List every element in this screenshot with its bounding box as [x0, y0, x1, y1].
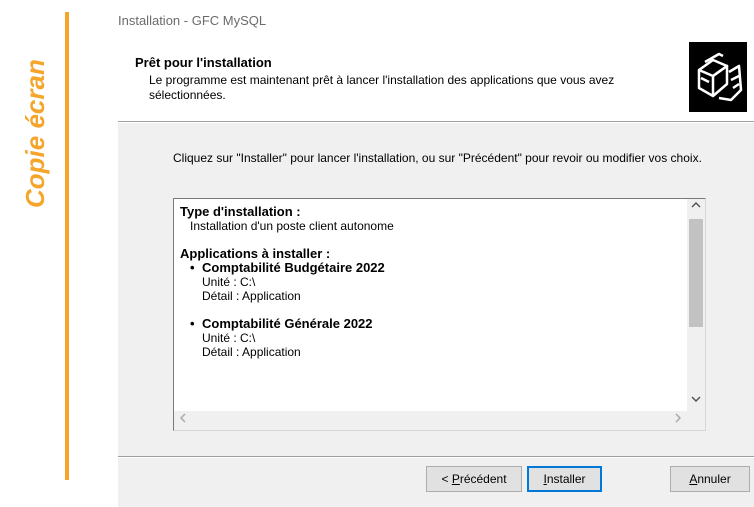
installer-window: Installation - GFC MySQL Prêt pour l'ins…	[118, 0, 754, 507]
memo-type-heading: Type d'installation :	[180, 205, 301, 219]
memo-app-detail: Détail : Application	[202, 345, 301, 359]
wizard-header: Prêt pour l'installation Le programme es…	[118, 40, 754, 120]
memo-app-name-text: Comptabilité Budgétaire 2022	[202, 260, 385, 275]
memo-content: Type d'installation : Installation d'un …	[180, 205, 680, 405]
memo-app-name: • Comptabilité Générale 2022	[180, 317, 680, 331]
side-label-text: Copie écran	[22, 59, 50, 208]
chevron-left-icon[interactable]	[174, 411, 192, 430]
memo-app-name: • Comptabilité Budgétaire 2022	[180, 261, 680, 275]
footer-separator	[118, 456, 754, 458]
vertical-scroll-thumb[interactable]	[689, 219, 703, 327]
memo-apps-heading: Applications à installer :	[180, 246, 331, 261]
instructions-text: Cliquez sur "Installer" pour lancer l'in…	[173, 151, 702, 165]
install-button[interactable]: Installer	[527, 466, 602, 492]
cancel-button-label: nnuler	[697, 472, 731, 486]
side-label-copie-ecran: Copie écran	[22, 12, 50, 212]
vertical-scrollbar[interactable]	[687, 199, 705, 411]
scrollbar-corner	[687, 411, 705, 430]
previous-button-accesskey: P	[451, 472, 460, 486]
cancel-button[interactable]: Annuler	[670, 466, 750, 492]
page-description: Le programme est maintenant prêt à lance…	[149, 73, 615, 102]
horizontal-scrollbar[interactable]	[174, 411, 687, 430]
previous-button[interactable]: < Précédent	[426, 466, 522, 492]
bullet-icon: •	[190, 260, 195, 275]
chevron-right-icon[interactable]	[669, 411, 687, 430]
memo-app-unit: Unité : C:\	[202, 275, 256, 289]
previous-button-prefix: <	[441, 472, 452, 486]
window-title: Installation - GFC MySQL	[118, 13, 267, 28]
ready-memo[interactable]: Type d'installation : Installation d'un …	[173, 198, 706, 431]
install-button-label: nstaller	[546, 472, 586, 486]
install-boxes-icon	[689, 42, 747, 112]
memo-app-detail: Détail : Application	[202, 289, 301, 303]
orange-accent-bar	[65, 12, 69, 480]
chevron-up-icon[interactable]	[687, 199, 705, 217]
memo-type-value: Installation d'un poste client autonome	[190, 219, 394, 233]
memo-app-unit: Unité : C:\	[202, 331, 256, 345]
memo-app-name-text: Comptabilité Générale 2022	[202, 316, 373, 331]
previous-button-label: récédent	[459, 472, 507, 486]
bullet-icon: •	[190, 316, 195, 331]
wizard-body: Cliquez sur "Installer" pour lancer l'in…	[118, 123, 754, 507]
page-title: Prêt pour l'installation	[135, 55, 272, 70]
chevron-down-icon[interactable]	[687, 393, 705, 411]
